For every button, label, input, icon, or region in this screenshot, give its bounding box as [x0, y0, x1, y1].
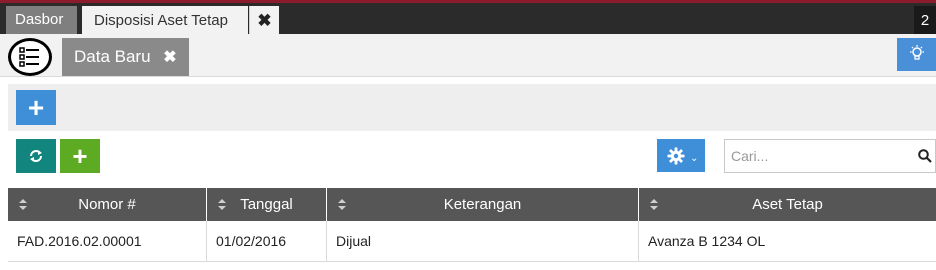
lightbulb-icon: [910, 45, 924, 60]
column-label: Keterangan: [443, 196, 522, 213]
action-toolbar: [8, 84, 936, 131]
column-header-nomor[interactable]: Nomor #: [8, 188, 207, 221]
cell-aset-tetap: Avanza B 1234 OL: [648, 233, 766, 249]
close-icon[interactable]: ✖: [163, 49, 176, 66]
tab-data-baru[interactable]: Data Baru ✖: [62, 38, 189, 76]
search-icon[interactable]: [918, 149, 932, 163]
tab-data-baru-label: Data Baru: [74, 47, 151, 66]
column-label: Aset Tetap: [752, 196, 823, 213]
cell-nomor: FAD.2016.02.00001: [8, 221, 207, 262]
chevron-down-icon: ⌄: [690, 153, 699, 164]
close-icon: ✖: [257, 11, 272, 30]
corner-indicator: 2: [914, 6, 936, 35]
search-box: [724, 139, 936, 173]
add-new-button[interactable]: +: [60, 139, 100, 173]
column-header-keterangan[interactable]: Keterangan: [327, 188, 639, 221]
column-header-aset-tetap[interactable]: Aset Tetap: [639, 188, 936, 221]
settings-dropdown-button[interactable]: ⌄: [657, 139, 705, 172]
tab-disposisi-aset-tetap[interactable]: Disposisi Aset Tetap: [82, 6, 248, 37]
table-row[interactable]: FAD.2016.02.00001 01/02/2016 Dijual Avan…: [8, 221, 936, 262]
column-label: Tanggal: [240, 196, 293, 213]
tips-button[interactable]: [897, 38, 936, 71]
search-input[interactable]: [725, 140, 911, 172]
close-tab-button[interactable]: ✖: [249, 6, 279, 37]
refresh-button[interactable]: [16, 139, 56, 173]
column-header-tanggal[interactable]: Tanggal: [207, 188, 327, 221]
column-label: Nomor #: [78, 196, 136, 213]
gear-icon: [667, 147, 685, 165]
add-button[interactable]: +: [16, 90, 56, 125]
table-header: Nomor # Tanggal Keterangan Aset Tetap: [8, 188, 936, 221]
tab-dasbor[interactable]: Dasbor: [6, 6, 77, 34]
divider: [0, 76, 936, 77]
cell-tanggal: 01/02/2016: [207, 221, 327, 262]
list-menu-icon: [19, 47, 39, 67]
top-tab-bar: Dasbor Disposisi Aset Tetap ✖ 2: [0, 0, 936, 37]
cell-keterangan: Dijual: [327, 221, 639, 262]
table-body: FAD.2016.02.00001 01/02/2016 Dijual Avan…: [8, 221, 936, 262]
app-window: Dasbor Disposisi Aset Tetap ✖ 2 Data Bar…: [0, 0, 936, 270]
refresh-icon: [30, 150, 42, 162]
list-menu-button[interactable]: [8, 38, 52, 76]
